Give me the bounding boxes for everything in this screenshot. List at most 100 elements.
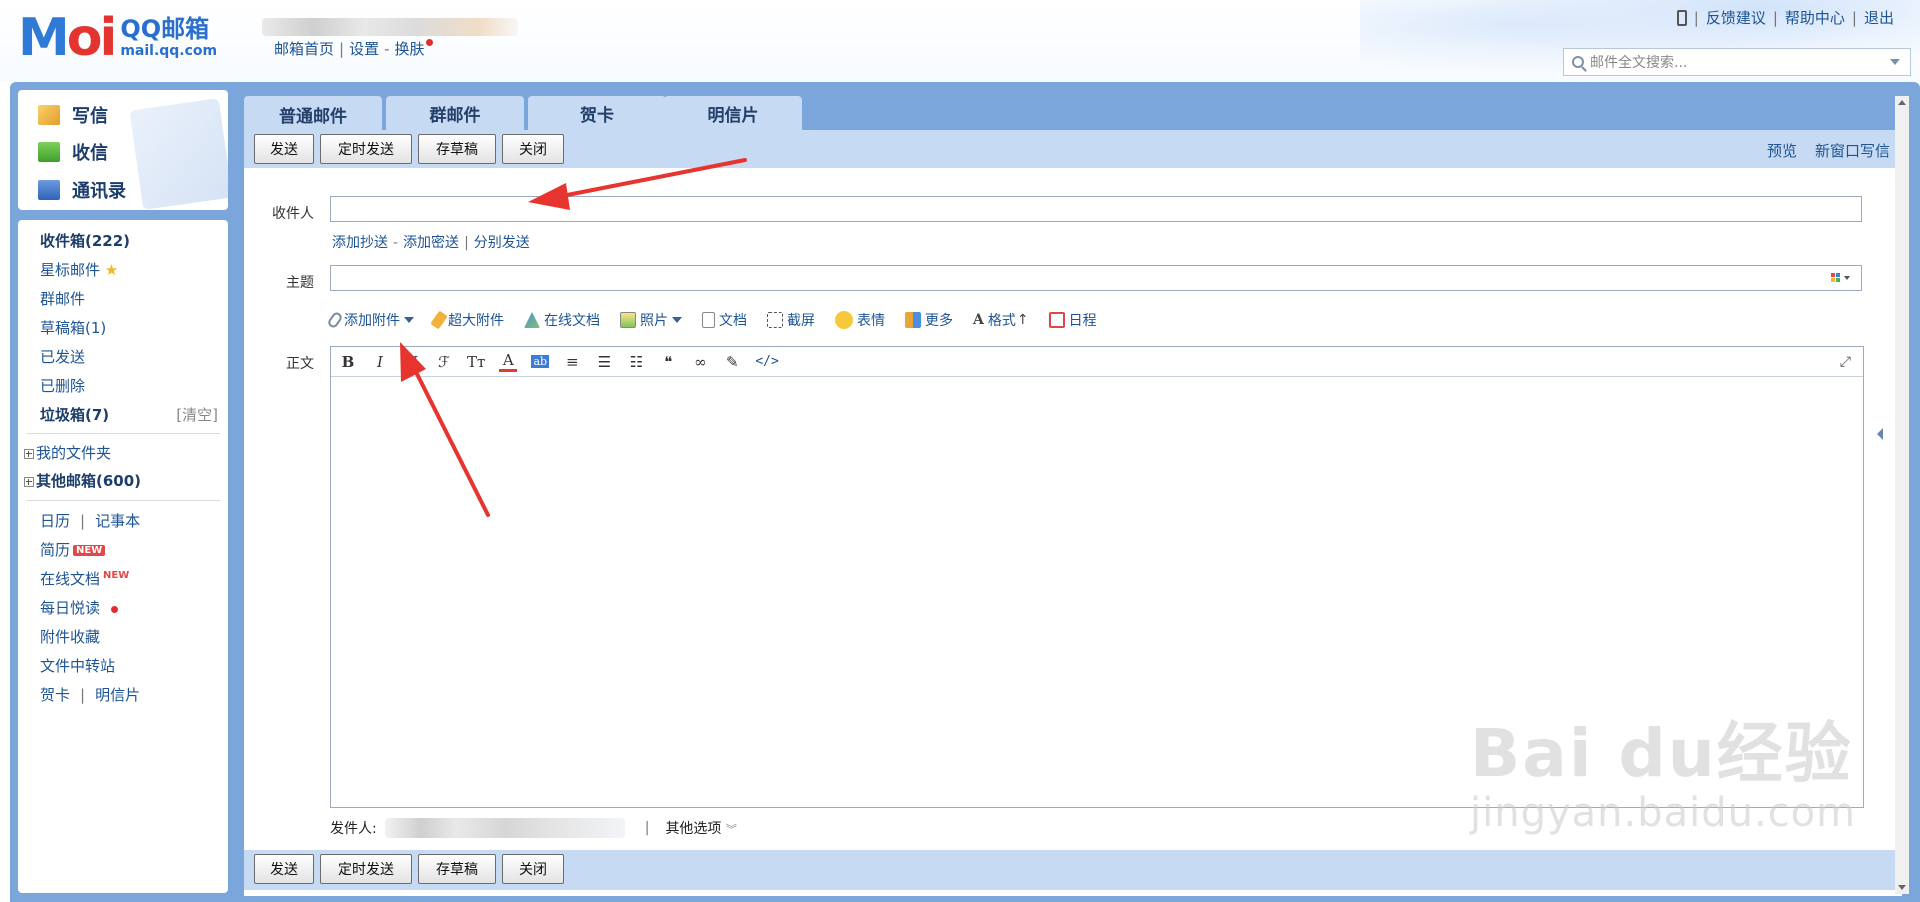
list-button[interactable]: ☰ xyxy=(595,353,613,371)
folder-other-mailboxes[interactable]: 其他邮箱(600) xyxy=(24,470,141,491)
tab-normal-mail[interactable]: 普通邮件 xyxy=(244,96,382,132)
sender-row: 发件人: | 其他选项 ︾ xyxy=(330,818,737,838)
indent-button[interactable]: ☷ xyxy=(627,353,645,371)
compose-button[interactable]: 写信 xyxy=(38,102,108,128)
tab-group-mail[interactable]: 群邮件 xyxy=(386,96,524,130)
photo-button[interactable]: 照片 xyxy=(620,310,682,330)
clear-format-button[interactable]: ✎ xyxy=(723,353,741,371)
screenshot-button[interactable]: 截屏 xyxy=(767,310,815,330)
cards-link[interactable]: 贺卡 xyxy=(40,686,70,704)
scrollbar[interactable] xyxy=(1895,96,1909,894)
expand-icon[interactable] xyxy=(24,448,34,459)
scheduled-send-button[interactable]: 定时发送 xyxy=(320,134,412,164)
to-label: 收件人 xyxy=(272,206,314,222)
scroll-down-icon[interactable] xyxy=(1898,885,1906,890)
skin-link[interactable]: 换肤 xyxy=(395,40,425,58)
fullscreen-icon[interactable]: ⤢ xyxy=(1840,354,1851,370)
folder-group[interactable]: 群邮件 xyxy=(40,288,85,309)
add-bcc-link[interactable]: 添加密送 xyxy=(403,235,459,251)
save-draft-button[interactable]: 存草稿 xyxy=(418,134,496,164)
tab-postcard[interactable]: 明信片 xyxy=(664,96,802,130)
file-transfer-link[interactable]: 文件中转站 xyxy=(40,655,115,676)
unread-dot xyxy=(110,605,118,613)
save-draft-button-bottom[interactable]: 存草稿 xyxy=(418,854,496,884)
clear-junk-link[interactable]: [清空] xyxy=(176,404,218,425)
font-color-button[interactable]: A xyxy=(499,351,518,372)
more-button[interactable]: 更多 xyxy=(905,310,953,330)
folder-sent[interactable]: 已发送 xyxy=(40,346,85,367)
add-attachment-button[interactable]: 添加附件 xyxy=(326,310,414,330)
settings-link[interactable]: 设置 xyxy=(349,40,379,58)
resume-link[interactable]: 简历 NEW xyxy=(40,539,106,560)
align-button[interactable]: ≡ xyxy=(563,353,581,371)
notification-dot xyxy=(425,39,433,46)
attachment-favorites-link[interactable]: 附件收藏 xyxy=(40,626,100,647)
feedback-link[interactable]: 反馈建议 xyxy=(1706,7,1766,28)
other-options-link[interactable]: 其他选项 ︾ xyxy=(665,818,736,838)
dropdown-icon[interactable] xyxy=(672,317,682,323)
font-size-button[interactable]: Tт xyxy=(467,353,485,371)
collapse-panel-icon[interactable] xyxy=(1877,428,1883,440)
new-window-compose-link[interactable]: 新窗口写信 xyxy=(1815,142,1890,160)
add-cc-link[interactable]: 添加抄送 xyxy=(332,235,388,251)
toggle-arrow-icon: ↑ xyxy=(1016,312,1029,328)
folder-starred[interactable]: 星标邮件 ★ xyxy=(40,259,118,280)
search-dropdown-icon[interactable] xyxy=(1890,59,1900,65)
folder-deleted[interactable]: 已删除 xyxy=(40,375,85,396)
expand-icon[interactable] xyxy=(24,476,34,487)
qq-mail-logo[interactable]: Moi QQ邮箱 mail.qq.com xyxy=(18,10,217,66)
format-button[interactable]: A 格式 ↑ xyxy=(973,310,1029,330)
close-button-bottom[interactable]: 关闭 xyxy=(502,854,564,884)
calendar-link[interactable]: 日历 xyxy=(40,512,70,530)
divider xyxy=(26,500,220,501)
divider xyxy=(26,433,220,434)
dropdown-icon[interactable] xyxy=(404,317,414,323)
schedule-button[interactable]: 日程 xyxy=(1048,310,1097,330)
paperclip-icon xyxy=(326,310,344,330)
to-input[interactable] xyxy=(330,196,1862,222)
emoji-button[interactable]: 表情 xyxy=(835,310,885,330)
large-attachment-button[interactable]: 超大附件 xyxy=(430,310,504,330)
document-button[interactable]: 文档 xyxy=(702,310,747,330)
large-clip-icon xyxy=(430,310,448,330)
tab-greeting-card[interactable]: 贺卡 xyxy=(528,96,666,130)
scroll-up-icon[interactable] xyxy=(1898,100,1906,105)
folder-drafts[interactable]: 草稿箱(1) xyxy=(40,317,106,338)
bold-button[interactable]: B xyxy=(339,353,357,371)
logo-mark: Moi xyxy=(18,8,117,68)
phone-icon[interactable] xyxy=(1676,9,1687,26)
daily-read-link[interactable]: 每日悦读 xyxy=(40,597,118,618)
online-doc-button[interactable]: 在线文档 xyxy=(524,310,600,330)
send-button-bottom[interactable]: 发送 xyxy=(254,854,314,884)
source-code-button[interactable]: </> xyxy=(755,354,778,369)
logout-link[interactable]: 退出 xyxy=(1864,7,1894,28)
send-button[interactable]: 发送 xyxy=(254,134,314,164)
online-docs-link[interactable]: 在线文档 NEW xyxy=(40,568,129,589)
new-badge: NEW xyxy=(103,570,130,581)
italic-button[interactable]: I xyxy=(371,353,389,371)
separate-send-link[interactable]: 分别发送 xyxy=(474,235,530,251)
subject-input[interactable] xyxy=(330,265,1862,291)
highlight-button[interactable]: ab xyxy=(531,355,550,368)
quote-button[interactable]: ❝ xyxy=(659,353,677,371)
folder-inbox[interactable]: 收件箱(222) xyxy=(40,230,130,251)
contacts-button[interactable]: 通讯录 xyxy=(38,177,126,203)
font-family-button[interactable]: ℱ xyxy=(435,353,453,371)
sender-address-blurred[interactable] xyxy=(384,818,625,838)
link-button[interactable]: ∞ xyxy=(691,353,709,371)
cards-row: 贺卡 | 明信片 xyxy=(40,686,141,704)
underline-button[interactable]: U xyxy=(403,353,421,371)
mail-search-input[interactable]: 邮件全文搜索... xyxy=(1563,48,1911,76)
notes-link[interactable]: 记事本 xyxy=(95,512,140,530)
stationery-icon[interactable] xyxy=(1831,273,1853,285)
postcards-link[interactable]: 明信片 xyxy=(95,686,140,704)
receive-button[interactable]: 收信 xyxy=(38,139,108,165)
preview-link[interactable]: 预览 xyxy=(1767,142,1797,160)
sender-label: 发件人: xyxy=(330,821,377,837)
mail-home-link[interactable]: 邮箱首页 xyxy=(274,40,334,58)
folder-junk[interactable]: 垃圾箱(7) xyxy=(40,404,109,425)
scheduled-send-button-bottom[interactable]: 定时发送 xyxy=(320,854,412,884)
help-center-link[interactable]: 帮助中心 xyxy=(1785,7,1845,28)
folder-my-folders[interactable]: 我的文件夹 xyxy=(24,442,111,463)
close-button[interactable]: 关闭 xyxy=(502,134,564,164)
